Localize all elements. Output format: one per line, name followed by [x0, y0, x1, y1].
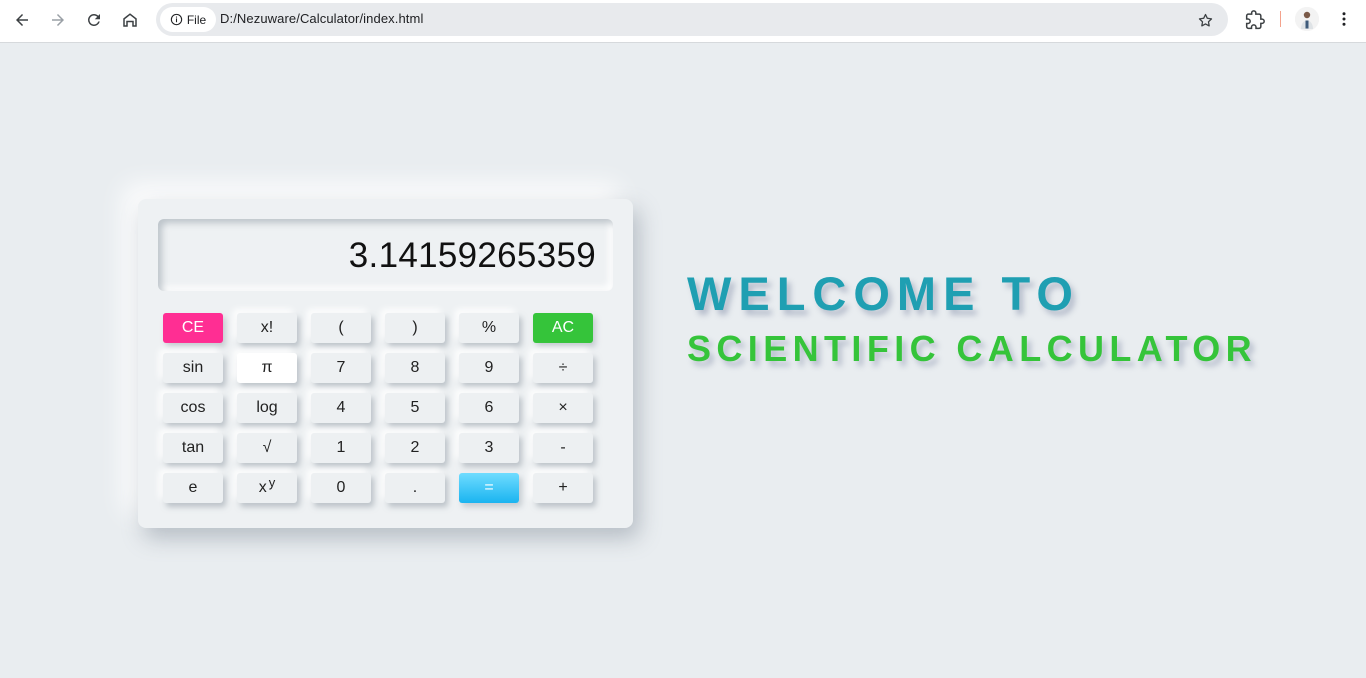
calculator: 3.14159265359 CE x! ( ) % AC sin π 7 8 9…: [138, 199, 633, 528]
file-chip-label: File: [186, 12, 207, 27]
avatar[interactable]: [1295, 7, 1319, 31]
pi-button[interactable]: π: [237, 353, 297, 383]
extensions-icon: [1245, 10, 1265, 30]
minus-button[interactable]: -: [533, 433, 593, 463]
tan-button[interactable]: tan: [163, 433, 223, 463]
right-paren-button[interactable]: ): [385, 313, 445, 343]
percent-button[interactable]: %: [459, 313, 519, 343]
site-info-chip[interactable]: File: [160, 7, 216, 32]
all-clear-button[interactable]: AC: [533, 313, 593, 343]
reload-icon: [87, 13, 100, 26]
equals-button[interactable]: =: [459, 473, 519, 503]
forward-button[interactable]: [44, 6, 72, 34]
back-arrow-icon: [16, 14, 28, 26]
browser-menu-button[interactable]: [1332, 7, 1356, 31]
factorial-button[interactable]: x!: [237, 313, 297, 343]
power-exponent-label: y: [268, 474, 276, 490]
address-bar[interactable]: File D:/Nezuware/Calculator/index.html: [156, 3, 1228, 36]
cos-button[interactable]: cos: [163, 393, 223, 423]
forward-arrow-icon: [52, 14, 64, 26]
profile-picture: [1295, 7, 1319, 31]
digit-4-button[interactable]: 4: [311, 393, 371, 423]
star-icon: [1198, 13, 1212, 27]
power-button[interactable]: xy: [237, 473, 297, 503]
digit-6-button[interactable]: 6: [459, 393, 519, 423]
plus-button[interactable]: +: [533, 473, 593, 503]
url-text[interactable]: D:/Nezuware/Calculator/index.html: [220, 11, 423, 26]
power-base-label: x: [258, 479, 267, 496]
left-paren-button[interactable]: (: [311, 313, 371, 343]
browser-toolbar: File D:/Nezuware/Calculator/index.html: [0, 0, 1366, 43]
log-button[interactable]: log: [237, 393, 297, 423]
digit-9-button[interactable]: 9: [459, 353, 519, 383]
digit-0-button[interactable]: 0: [311, 473, 371, 503]
sqrt-button[interactable]: √: [237, 433, 297, 463]
multiply-button[interactable]: ×: [533, 393, 593, 423]
reload-button[interactable]: [80, 6, 108, 34]
welcome-subtitle: SCIENTIFIC CALCULATOR: [687, 328, 1258, 369]
digit-2-button[interactable]: 2: [385, 433, 445, 463]
extensions-button[interactable]: [1242, 7, 1268, 33]
info-icon: [170, 13, 183, 26]
welcome-title: WELCOME TO: [687, 267, 1080, 320]
divide-button[interactable]: ÷: [533, 353, 593, 383]
clear-entry-button[interactable]: CE: [163, 313, 223, 343]
home-icon: [123, 13, 137, 27]
decimal-point-button[interactable]: .: [385, 473, 445, 503]
display-value: 3.14159265359: [348, 236, 596, 275]
digit-1-button[interactable]: 1: [311, 433, 371, 463]
home-button[interactable]: [116, 6, 144, 34]
digit-3-button[interactable]: 3: [459, 433, 519, 463]
euler-button[interactable]: e: [163, 473, 223, 503]
digit-5-button[interactable]: 5: [385, 393, 445, 423]
toolbar-divider: [1280, 11, 1281, 27]
bookmark-button[interactable]: [1194, 9, 1216, 31]
back-button[interactable]: [8, 6, 36, 34]
digit-7-button[interactable]: 7: [311, 353, 371, 383]
kebab-menu-icon: [1342, 12, 1346, 26]
digit-8-button[interactable]: 8: [385, 353, 445, 383]
calculator-display: 3.14159265359: [158, 219, 613, 291]
sin-button[interactable]: sin: [163, 353, 223, 383]
